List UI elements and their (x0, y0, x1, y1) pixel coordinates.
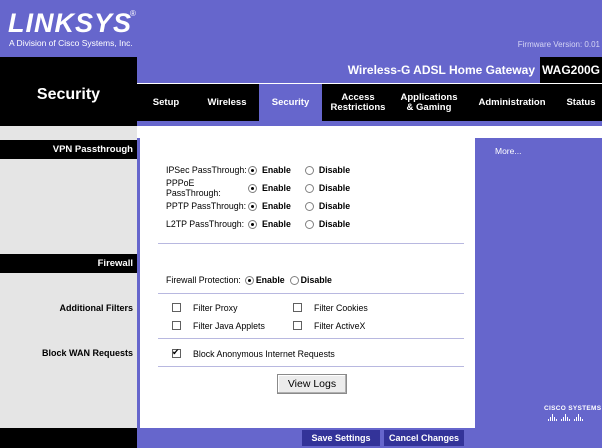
filter-activex-checkbox[interactable] (293, 321, 302, 330)
pppoe-disable-radio[interactable] (304, 183, 314, 193)
pptp-label: PPTP PassThrough: (166, 201, 247, 211)
pptp-enable-radio[interactable] (248, 201, 257, 211)
divider (158, 366, 464, 367)
model-number: WAG200G (540, 57, 602, 83)
cisco-systems-logo: Cisco Systems (544, 405, 602, 428)
disable-label: Disable (318, 183, 351, 193)
filter-activex-label: Filter ActiveX (314, 320, 366, 331)
registered-mark: ® (130, 9, 136, 18)
firewall-label: Firewall Protection: (166, 275, 241, 285)
disable-label: Disable (318, 219, 351, 229)
pppoe-enable-radio[interactable] (248, 183, 257, 193)
product-name: Wireless-G ADSL Home Gateway (347, 63, 535, 77)
ipsec-label: IPSec PassThrough: (166, 165, 247, 175)
filter-proxy-checkbox[interactable] (172, 303, 181, 312)
l2tp-enable-radio[interactable] (248, 219, 257, 229)
filter-cookies-checkbox[interactable] (293, 303, 302, 312)
save-settings-button[interactable]: Save Settings (302, 430, 380, 446)
filter-proxy-row: Filter Proxy (172, 301, 237, 314)
pptp-disable-radio[interactable] (304, 201, 314, 211)
filter-proxy-label: Filter Proxy (193, 302, 238, 313)
ipsec-disable-radio[interactable] (304, 165, 314, 175)
l2tp-label: L2TP PassThrough: (166, 219, 245, 229)
tab-access-restrictions[interactable]: Access Restrictions (322, 84, 394, 121)
filter-activex-row: Filter ActiveX (293, 319, 365, 332)
filter-java-row: Filter Java Applets (172, 319, 265, 332)
right-band (137, 126, 602, 138)
enable-label: Enable (255, 275, 285, 285)
enable-label: Enable (262, 183, 291, 193)
ipsec-row: IPSec PassThrough: Enable Disable (166, 163, 364, 177)
divider (158, 338, 464, 339)
firewall-enable-radio[interactable] (244, 275, 254, 285)
pptp-row: PPTP PassThrough: Enable Disable (166, 199, 364, 213)
firmware-version: Firmware Version: 0.01 (517, 40, 600, 49)
tab-setup[interactable]: Setup (137, 84, 195, 121)
ipsec-enable-radio[interactable] (248, 165, 257, 175)
cancel-changes-button[interactable]: Cancel Changes (384, 430, 464, 446)
block-anonymous-label: Block Anonymous Internet Requests (193, 348, 335, 359)
block-anonymous-checkbox[interactable] (172, 347, 181, 358)
filter-cookies-label: Filter Cookies (314, 302, 368, 313)
label-additional-filters: Additional Filters (59, 303, 133, 313)
cisco-bars-icon (548, 414, 602, 421)
l2tp-disable-radio[interactable] (304, 219, 314, 229)
enable-label: Enable (262, 219, 291, 229)
content-border (137, 138, 140, 428)
more-help-link[interactable]: More... (495, 146, 521, 156)
disable-label: Disable (318, 165, 351, 175)
pppoe-row: PPPoE PassThrough: Enable Disable (166, 178, 364, 198)
tab-applications-gaming[interactable]: Applications & Gaming (394, 84, 464, 121)
page-title: Security (36, 86, 101, 103)
tab-administration[interactable]: Administration (464, 84, 560, 121)
left-band (0, 126, 137, 138)
cisco-logo-text: Cisco Systems (544, 405, 602, 412)
divider (158, 243, 464, 244)
block-anonymous-row: Block Anonymous Internet Requests (172, 347, 335, 360)
firewall-row: Firewall Protection: Enable Disable (166, 273, 346, 287)
section-vpn-passthrough: VPN Passthrough (0, 140, 137, 159)
enable-label: Enable (262, 201, 291, 211)
filter-java-label: Filter Java Applets (193, 320, 265, 331)
section-firewall: Firewall (0, 254, 137, 273)
linksys-logo: LINKSYS (8, 8, 133, 38)
left-column: VPN Passthrough Firewall Additional Filt… (0, 138, 137, 428)
filter-cookies-row: Filter Cookies (293, 301, 368, 314)
help-panel (475, 138, 602, 428)
pppoe-label: PPPoE PassThrough: (166, 178, 221, 198)
tab-wireless[interactable]: Wireless (195, 84, 259, 121)
view-logs-button[interactable]: View Logs (277, 374, 347, 394)
tab-status[interactable]: Status (560, 84, 602, 121)
footer-left (0, 428, 137, 448)
label-block-wan-requests: Block WAN Requests (41, 348, 133, 358)
divider (158, 293, 464, 294)
firewall-disable-radio[interactable] (289, 275, 299, 285)
disable-label: Disable (300, 275, 332, 285)
filter-java-checkbox[interactable] (172, 321, 181, 330)
disable-label: Disable (318, 201, 351, 211)
l2tp-row: L2TP PassThrough: Enable Disable (166, 217, 364, 231)
enable-label: Enable (262, 165, 291, 175)
logo-subtitle: A Division of Cisco Systems, Inc. (9, 38, 133, 48)
tab-security[interactable]: Security (259, 84, 322, 121)
